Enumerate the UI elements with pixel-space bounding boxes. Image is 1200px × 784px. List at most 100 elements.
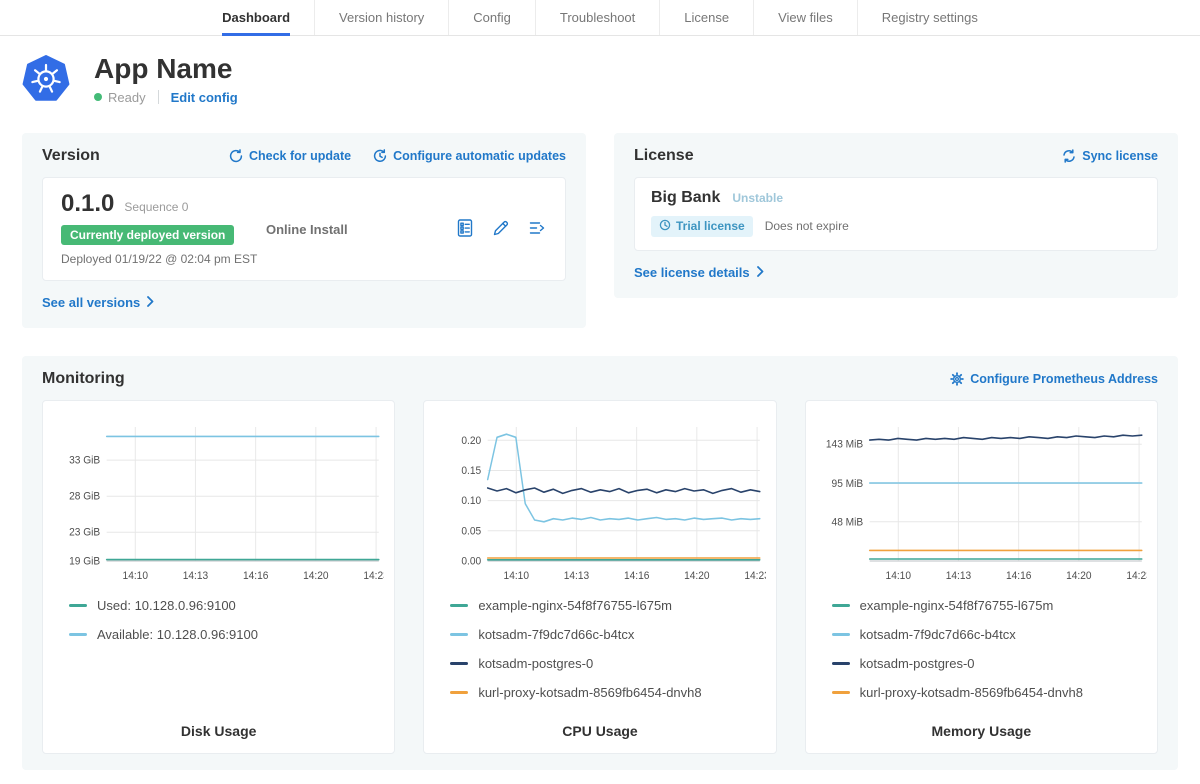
svg-text:48 MiB: 48 MiB: [831, 516, 863, 528]
legend-item: kotsadm-postgres-0: [832, 649, 1131, 678]
memory-usage-legend: example-nginx-54f8f76755-l675m kotsadm-7f…: [816, 587, 1147, 707]
edit-config-icon[interactable]: [491, 218, 511, 243]
chevron-right-icon: [757, 265, 764, 280]
version-card-actions: Check for update Configure automatic up: [229, 149, 566, 163]
channel-label: Unstable: [732, 191, 783, 205]
see-all-versions-link[interactable]: See all versions: [42, 295, 154, 310]
svg-text:143 MiB: 143 MiB: [826, 438, 863, 450]
legend-color-dash: [450, 662, 468, 665]
svg-text:14:16: 14:16: [243, 569, 269, 581]
legend-item: kurl-proxy-kotsadm-8569fb6454-dnvh8: [450, 678, 749, 707]
legend-color-dash: [832, 604, 850, 607]
memory-usage-chart: 48 MiB95 MiB143 MiB14:1014:1314:1614:201…: [805, 400, 1158, 754]
current-version-box: 0.1.0 Sequence 0 Currently deployed vers…: [42, 177, 566, 281]
legend-item: kotsadm-7f9dc7d66c-b4tcx: [832, 620, 1131, 649]
svg-text:0.20: 0.20: [462, 434, 482, 446]
configure-automatic-updates-link[interactable]: Configure automatic updates: [373, 149, 566, 163]
license-meta: Trial license Does not expire: [651, 216, 1141, 237]
release-notes-icon[interactable]: [455, 218, 475, 243]
svg-text:19 GiB: 19 GiB: [69, 555, 100, 567]
see-license-details-link[interactable]: See license details: [634, 265, 764, 280]
license-card: License Sync license: [614, 133, 1178, 298]
svg-text:14:10: 14:10: [504, 569, 530, 581]
legend-item: kotsadm-postgres-0: [450, 649, 749, 678]
svg-text:14:13: 14:13: [183, 569, 209, 581]
legend-color-dash: [832, 662, 850, 665]
legend-label: example-nginx-54f8f76755-l675m: [860, 598, 1054, 613]
legend-label: kotsadm-postgres-0: [478, 656, 593, 671]
version-card-title: Version: [42, 147, 100, 165]
svg-text:14:23: 14:23: [1126, 569, 1147, 581]
svg-text:33 GiB: 33 GiB: [69, 454, 100, 466]
tab-dashboard[interactable]: Dashboard: [198, 0, 314, 35]
configure-prometheus-link[interactable]: Configure Prometheus Address: [950, 372, 1158, 386]
legend-color-dash: [69, 633, 87, 636]
monitoring-header: Monitoring: [42, 370, 1158, 388]
tab-registry-settings[interactable]: Registry settings: [857, 0, 1002, 35]
svg-text:14:20: 14:20: [684, 569, 710, 581]
svg-text:23 GiB: 23 GiB: [69, 526, 100, 538]
chart-title: Memory Usage: [816, 707, 1147, 739]
check-for-update-link[interactable]: Check for update: [229, 149, 351, 163]
svg-text:28 GiB: 28 GiB: [69, 490, 100, 502]
customer-name: Big Bank: [651, 189, 720, 207]
version-number: 0.1.0: [61, 190, 114, 218]
legend-label: kotsadm-postgres-0: [860, 656, 975, 671]
top-nav: Dashboard Version history Config Trouble…: [0, 0, 1200, 36]
svg-text:14:20: 14:20: [303, 569, 329, 581]
legend-color-dash: [450, 633, 468, 636]
cpu-usage-chart: 0.000.050.100.150.2014:1014:1314:1614:20…: [423, 400, 776, 754]
version-action-icons: [455, 190, 547, 243]
legend-label: Available: 10.128.0.96:9100: [97, 627, 258, 642]
svg-text:0.00: 0.00: [462, 555, 482, 567]
see-license-details-label: See license details: [634, 265, 750, 280]
disk-usage-plot: 19 GiB 23 GiB 28 GiB 33 GiB 14:10 14:13 14:16 1…: [53, 415, 384, 587]
deployed-badge: Currently deployed version: [61, 225, 234, 245]
legend-label: kotsadm-7f9dc7d66c-b4tcx: [478, 627, 634, 642]
legend-item: kotsadm-7f9dc7d66c-b4tcx: [450, 620, 749, 649]
legend-label: kotsadm-7f9dc7d66c-b4tcx: [860, 627, 1016, 642]
trial-license-badge: Trial license: [651, 216, 753, 237]
sync-license-label: Sync license: [1082, 149, 1158, 163]
deploy-logs-icon[interactable]: [527, 218, 547, 243]
tab-troubleshoot[interactable]: Troubleshoot: [535, 0, 659, 35]
sync-license-link[interactable]: Sync license: [1062, 149, 1158, 163]
app-title-block: App Name Ready Edit config: [94, 54, 238, 105]
monitoring-title: Monitoring: [42, 370, 125, 388]
legend-color-dash: [450, 604, 468, 607]
svg-text:14:10: 14:10: [123, 569, 149, 581]
tab-license[interactable]: License: [659, 0, 753, 35]
tab-config[interactable]: Config: [448, 0, 535, 35]
legend-item: example-nginx-54f8f76755-l675m: [450, 591, 749, 620]
chart-title: CPU Usage: [434, 707, 765, 739]
svg-text:0.10: 0.10: [462, 495, 482, 507]
clock-icon: [659, 219, 671, 234]
chart-title: Disk Usage: [53, 707, 384, 739]
legend-color-dash: [832, 691, 850, 694]
configure-automatic-updates-label: Configure automatic updates: [393, 149, 566, 163]
legend-label: kurl-proxy-kotsadm-8569fb6454-dnvh8: [860, 685, 1083, 700]
install-type-label: Online Install: [266, 190, 455, 237]
legend-item: kurl-proxy-kotsadm-8569fb6454-dnvh8: [832, 678, 1131, 707]
tab-version-history[interactable]: Version history: [314, 0, 448, 35]
license-name-row: Big Bank Unstable: [651, 189, 1141, 207]
memory-usage-plot: 48 MiB95 MiB143 MiB14:1014:1314:1614:201…: [816, 415, 1147, 587]
legend-label: Used: 10.128.0.96:9100: [97, 598, 236, 613]
monitoring-card: Monitoring: [22, 356, 1178, 770]
svg-text:0.05: 0.05: [462, 525, 482, 537]
svg-text:14:16: 14:16: [624, 569, 650, 581]
legend-color-dash: [450, 691, 468, 694]
kubernetes-logo-icon: [22, 55, 70, 103]
svg-text:95 MiB: 95 MiB: [831, 477, 863, 489]
tab-view-files[interactable]: View files: [753, 0, 857, 35]
svg-text:14:23: 14:23: [745, 569, 766, 581]
app-status: Ready: [94, 90, 146, 105]
legend-item: Used: 10.128.0.96:9100: [69, 591, 368, 620]
svg-text:14:10: 14:10: [885, 569, 911, 581]
edit-config-link[interactable]: Edit config: [171, 90, 238, 105]
legend-color-dash: [832, 633, 850, 636]
chevron-right-icon: [147, 295, 154, 310]
license-card-title: License: [634, 147, 694, 165]
legend-item: example-nginx-54f8f76755-l675m: [832, 591, 1131, 620]
svg-text:14:23: 14:23: [363, 569, 384, 581]
